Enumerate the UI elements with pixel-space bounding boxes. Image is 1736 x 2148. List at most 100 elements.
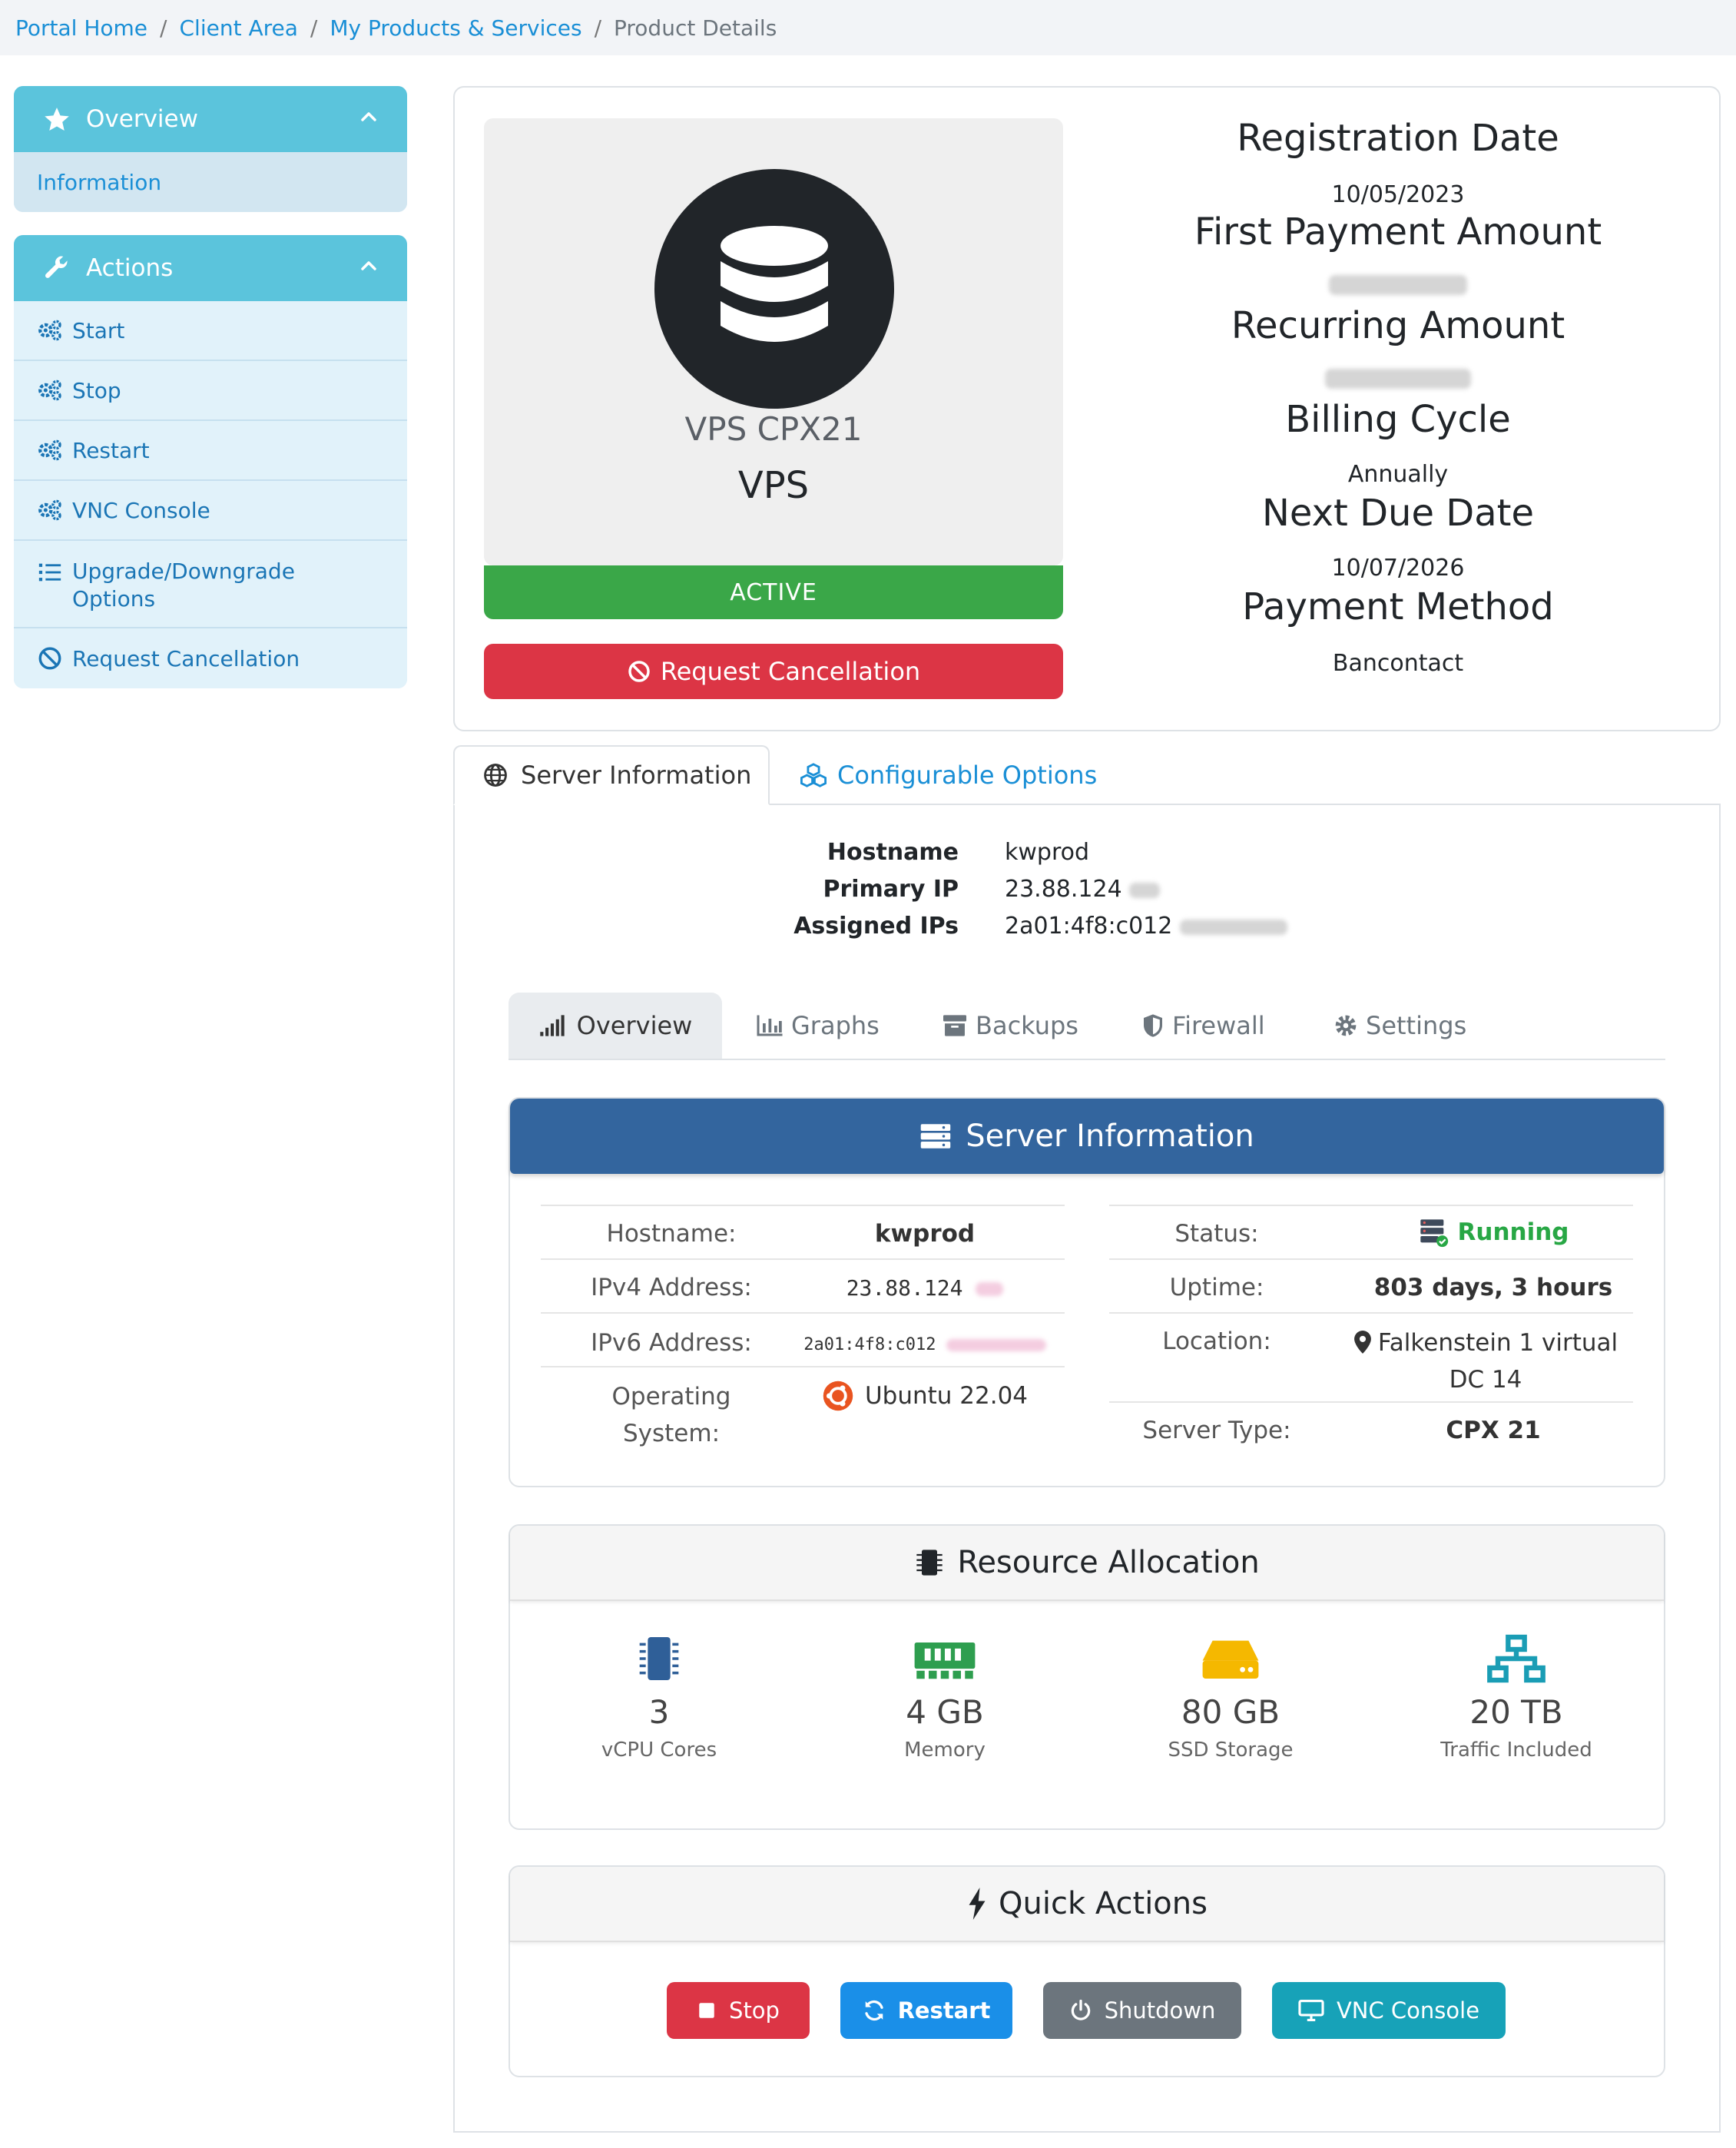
sidebar-item-upgrade-downgrade[interactable]: Upgrade/Downgrade Options: [14, 541, 407, 628]
server-hostname-label: Hostname:: [606, 1220, 737, 1248]
sidebar-item-restart[interactable]: Restart: [14, 421, 407, 481]
subtab-graphs[interactable]: Graphs: [756, 993, 880, 1059]
ubuntu-icon: [823, 1381, 853, 1411]
server-ipv4-value: 23.88.124: [794, 1275, 1055, 1301]
cogs-icon: [38, 320, 61, 341]
server-status-value: Running: [1363, 1217, 1624, 1248]
subtab-settings[interactable]: Settings: [1333, 993, 1466, 1059]
restart-button[interactable]: Restart: [840, 1982, 1012, 2039]
cubes-icon: [800, 763, 827, 787]
product-group: VPS: [737, 464, 810, 507]
breadcrumb: Portal Home / Client Area / My Products …: [0, 0, 1736, 55]
resource-value: 20 TB: [1469, 1693, 1563, 1731]
payment-method-label: Payment Method: [1242, 585, 1554, 628]
network-icon: [1487, 1634, 1546, 1683]
star-icon: [45, 108, 69, 131]
chevron-up-icon[interactable]: [359, 257, 378, 275]
tab-server-information[interactable]: Server Information: [453, 745, 770, 805]
recurring-amount-value-redacted: [1152, 369, 1644, 389]
chart-bar-icon: [757, 1015, 783, 1036]
breadcrumb-current: Product Details: [614, 15, 777, 41]
sidebar-overview-panel: Overview Information: [14, 86, 407, 212]
globe-icon: [484, 764, 507, 787]
sidebar-actions-panel: Actions Start Stop Restart VNC Console U…: [14, 235, 407, 688]
list-icon: [38, 563, 61, 582]
request-cancellation-button[interactable]: Request Cancellation: [484, 644, 1063, 699]
hostname-value: kwprod: [1005, 839, 1090, 866]
resource-traffic: 20 TB Traffic Included: [1373, 1633, 1659, 1762]
breadcrumb-client-area[interactable]: Client Area: [179, 15, 297, 41]
subtab-label: Overview: [576, 1011, 693, 1040]
breadcrumb-separator: /: [594, 15, 601, 41]
sidebar-overview-header[interactable]: Overview: [14, 86, 407, 152]
breadcrumb-portal-home[interactable]: Portal Home: [15, 15, 147, 41]
shutdown-button-label: Shutdown: [1104, 1997, 1216, 2024]
resource-allocation-header: Resource Allocation: [510, 1526, 1664, 1601]
server-type-value: CPX 21: [1446, 1417, 1541, 1444]
server-location-row: Location: Falkenstein 1 virtual DC 14: [1109, 1312, 1633, 1401]
microchip-icon: [916, 1550, 943, 1576]
sidebar-item-vnc-console[interactable]: VNC Console: [14, 481, 407, 541]
subtab-label: Backups: [976, 1011, 1078, 1040]
sidebar-item-start[interactable]: Start: [14, 301, 407, 361]
server-disk-icon: [654, 169, 894, 409]
server-os-label: Operating System:: [611, 1383, 731, 1447]
sidebar-item-label: Start: [72, 317, 125, 343]
resource-label: SSD Storage: [1168, 1739, 1294, 1762]
ban-icon: [38, 647, 61, 670]
subtab-backups[interactable]: Backups: [942, 993, 1078, 1059]
status-badge: ACTIVE: [484, 565, 1063, 619]
resource-storage: 80 GB SSD Storage: [1088, 1633, 1373, 1762]
sidebar-item-label: Request Cancellation: [72, 645, 300, 671]
sidebar-item-label: Information: [37, 169, 162, 195]
bolt-icon: [969, 1888, 986, 1920]
resource-memory: 4 GB Memory: [802, 1633, 1088, 1762]
vnc-console-button-label: VNC Console: [1336, 1997, 1480, 2024]
subtab-overview[interactable]: Overview: [509, 993, 722, 1059]
sidebar-actions-header[interactable]: Actions: [14, 235, 407, 301]
server-ipv4-label: IPv4 Address:: [591, 1274, 752, 1301]
sidebar-overview-title: Overview: [86, 105, 198, 133]
server-ipv6-value: 2a01:4f8:c012: [787, 1335, 1063, 1354]
signal-icon: [539, 1015, 565, 1036]
shutdown-button[interactable]: Shutdown: [1043, 1982, 1241, 2039]
server-hostname-value: kwprod: [874, 1220, 976, 1248]
sidebar-item-stop[interactable]: Stop: [14, 361, 407, 421]
breadcrumb-products[interactable]: My Products & Services: [330, 15, 581, 41]
resource-vcpu: 3 vCPU Cores: [516, 1633, 802, 1762]
sidebar-item-information[interactable]: Information: [14, 152, 407, 212]
wrench-icon: [45, 256, 68, 278]
tab-configurable-options[interactable]: Configurable Options: [799, 745, 1097, 805]
stop-button-label: Stop: [729, 1997, 780, 2024]
hostname-label: Hostname: [827, 839, 959, 866]
chevron-up-icon[interactable]: [359, 108, 378, 126]
resource-label: vCPU Cores: [601, 1739, 717, 1762]
server-location-label: Location:: [1162, 1328, 1271, 1355]
resource-allocation-title: Resource Allocation: [957, 1545, 1260, 1580]
ban-icon: [628, 661, 650, 682]
assigned-ips-value: 2a01:4f8:c012: [1005, 913, 1287, 940]
subtabs-divider: [509, 1059, 1665, 1060]
sidebar-item-label: Upgrade/Downgrade Options: [72, 559, 295, 612]
server-information-header: Server Information: [510, 1099, 1664, 1174]
product-name: VPS CPX21: [684, 410, 863, 448]
sync-icon: [864, 2000, 883, 2021]
resource-label: Traffic Included: [1440, 1739, 1592, 1762]
sidebar-item-request-cancellation[interactable]: Request Cancellation: [14, 628, 407, 688]
resource-label: Memory: [904, 1739, 986, 1762]
server-uptime-row: Uptime: 803 days, 3 hours: [1109, 1258, 1633, 1312]
vnc-console-button[interactable]: VNC Console: [1272, 1982, 1506, 2039]
hdd-icon: [1202, 1640, 1259, 1679]
cogs-icon: [38, 439, 61, 461]
subtab-firewall[interactable]: Firewall: [1141, 993, 1265, 1059]
quick-actions-header: Quick Actions: [510, 1867, 1664, 1942]
subtab-label: Settings: [1366, 1011, 1467, 1040]
breadcrumb-separator: /: [160, 15, 167, 41]
sidebar-actions-title: Actions: [86, 254, 174, 282]
server-ipv6-row: IPv6 Address: 2a01:4f8:c012: [541, 1312, 1065, 1366]
primary-ip-label: Primary IP: [823, 876, 959, 903]
server-os-row: Operating System: Ubuntu 22.04: [541, 1366, 1065, 1450]
stop-button[interactable]: Stop: [667, 1982, 810, 2039]
quick-actions-title: Quick Actions: [999, 1886, 1208, 1921]
server-icon: [921, 1124, 951, 1149]
